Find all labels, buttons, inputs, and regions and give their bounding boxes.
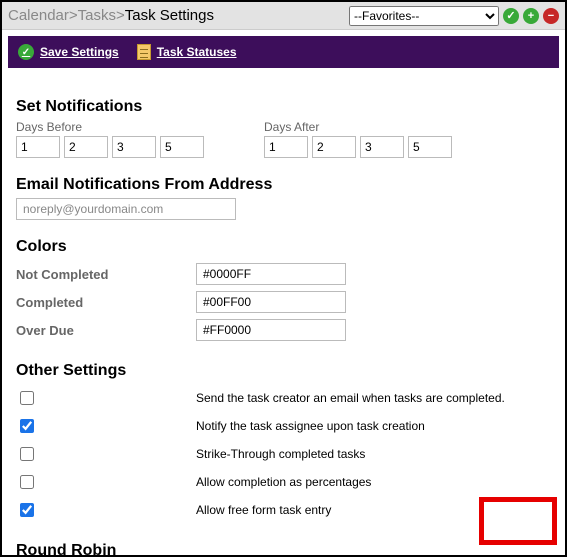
label-completed: Completed xyxy=(16,295,196,310)
label-percentages: Allow completion as percentages xyxy=(196,475,371,489)
task-statuses-link[interactable]: Task Statuses xyxy=(137,44,237,60)
days-after-4[interactable] xyxy=(408,136,452,158)
breadcrumb-current: Task Settings xyxy=(125,7,214,24)
days-before-4[interactable] xyxy=(160,136,204,158)
save-settings-link[interactable]: ✓ Save Settings xyxy=(18,44,119,60)
input-completed[interactable] xyxy=(196,291,346,313)
input-overdue[interactable] xyxy=(196,319,346,341)
save-check-icon: ✓ xyxy=(18,44,34,60)
cb-notify-assignee[interactable] xyxy=(20,419,34,433)
remove-favorite-icon[interactable]: − xyxy=(543,8,559,24)
label-email-creator: Send the task creator an email when task… xyxy=(196,391,505,405)
days-after-2[interactable] xyxy=(312,136,356,158)
action-toolbar: ✓ Save Settings Task Statuses xyxy=(8,36,559,68)
cb-percentages[interactable] xyxy=(20,475,34,489)
other-row-percentages: Allow completion as percentages xyxy=(16,468,551,496)
other-row-notify-assignee: Notify the task assignee upon task creat… xyxy=(16,412,551,440)
label-strikethrough: Strike-Through completed tasks xyxy=(196,447,365,461)
heading-other-settings: Other Settings xyxy=(16,362,551,380)
label-overdue: Over Due xyxy=(16,323,196,338)
cb-email-creator[interactable] xyxy=(20,391,34,405)
favorites-select[interactable]: --Favorites-- xyxy=(349,6,499,26)
breadcrumb-sep2: > xyxy=(116,7,125,24)
days-after-3[interactable] xyxy=(360,136,404,158)
breadcrumb-bar: Calendar > Tasks > Task Settings --Favor… xyxy=(2,2,565,30)
days-before-label: Days Before xyxy=(16,120,204,134)
add-favorite-icon[interactable]: + xyxy=(523,8,539,24)
email-from-input[interactable] xyxy=(16,198,236,220)
save-settings-label: Save Settings xyxy=(40,45,119,59)
label-not-completed: Not Completed xyxy=(16,267,196,282)
days-before-3[interactable] xyxy=(112,136,156,158)
heading-colors: Colors xyxy=(16,238,551,256)
days-after-1[interactable] xyxy=(264,136,308,158)
label-notify-assignee: Notify the task assignee upon task creat… xyxy=(196,419,425,433)
days-before-group: Days Before xyxy=(16,120,204,158)
days-before-2[interactable] xyxy=(64,136,108,158)
other-row-email-creator: Send the task creator an email when task… xyxy=(16,384,551,412)
heading-set-notifications: Set Notifications xyxy=(16,98,551,116)
breadcrumb-calendar[interactable]: Calendar xyxy=(8,7,69,24)
other-row-freeform: Allow free form task entry xyxy=(16,496,551,524)
days-after-group: Days After xyxy=(264,120,452,158)
cb-freeform[interactable] xyxy=(20,503,34,517)
apply-favorite-icon[interactable]: ✓ xyxy=(503,8,519,24)
days-before-1[interactable] xyxy=(16,136,60,158)
heading-round-robin: Round Robin xyxy=(16,542,551,557)
breadcrumb-tasks[interactable]: Tasks xyxy=(78,7,116,24)
task-statuses-label: Task Statuses xyxy=(157,45,237,59)
heading-email-from: Email Notifications From Address xyxy=(16,176,551,194)
other-row-strikethrough: Strike-Through completed tasks xyxy=(16,440,551,468)
breadcrumb-sep1: > xyxy=(69,7,78,24)
cb-strikethrough[interactable] xyxy=(20,447,34,461)
label-freeform: Allow free form task entry xyxy=(196,503,331,517)
input-not-completed[interactable] xyxy=(196,263,346,285)
notes-icon xyxy=(137,44,151,60)
days-after-label: Days After xyxy=(264,120,452,134)
